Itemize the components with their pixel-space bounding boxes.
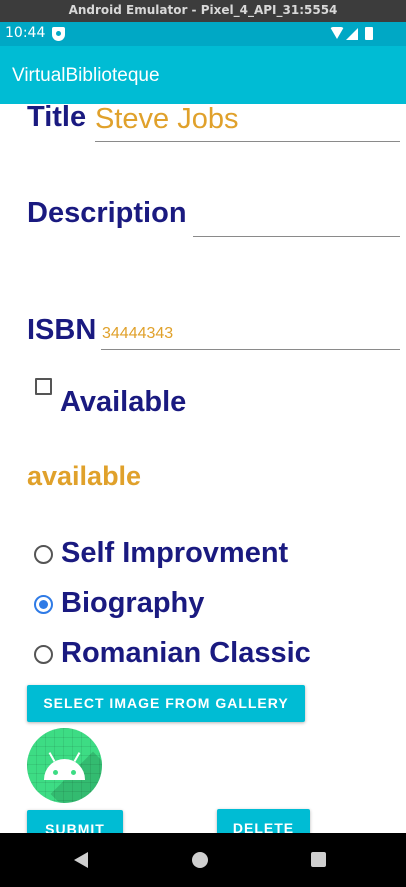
availability-status-text: available (27, 461, 142, 491)
available-checkbox-label[interactable]: Available (60, 386, 186, 419)
title-input[interactable]: Steve Jobs (95, 102, 400, 142)
shield-icon (52, 27, 65, 41)
app-bar: VirtualBiblioteque (0, 46, 406, 104)
radio-biography-label[interactable]: Biography (61, 587, 204, 620)
recents-icon[interactable] (311, 852, 326, 867)
android-icon (27, 728, 102, 803)
status-time: 10:44 (5, 25, 46, 41)
select-image-button[interactable]: SELECT IMAGE FROM GALLERY (27, 685, 305, 722)
radio-romanian-classic-label[interactable]: Romanian Classic (61, 637, 311, 670)
description-input[interactable] (193, 200, 400, 237)
navigation-bar (0, 833, 406, 887)
title-input-value: Steve Jobs (95, 103, 239, 135)
description-label: Description (27, 197, 187, 229)
emulator-window-title: Android Emulator - Pixel_4_API_31:5554 (0, 0, 406, 22)
radio-self-improvment[interactable] (34, 545, 53, 564)
battery-icon (365, 27, 373, 40)
radio-romanian-classic[interactable] (34, 645, 53, 664)
isbn-input[interactable]: 34444343 (101, 320, 400, 350)
app-title: VirtualBiblioteque (12, 65, 160, 86)
home-icon[interactable] (192, 852, 208, 868)
back-icon[interactable] (74, 852, 88, 868)
title-label: Title (27, 101, 87, 133)
isbn-label: ISBN (27, 314, 97, 346)
status-icons (330, 27, 376, 41)
radio-self-improvment-label[interactable]: Self Improvment (61, 537, 288, 570)
signal-icon (346, 28, 358, 40)
status-bar: 10:44 (0, 22, 406, 46)
available-checkbox[interactable] (35, 378, 52, 395)
wifi-icon (330, 27, 344, 39)
radio-biography[interactable] (34, 595, 53, 614)
isbn-input-value: 34444343 (102, 325, 174, 342)
